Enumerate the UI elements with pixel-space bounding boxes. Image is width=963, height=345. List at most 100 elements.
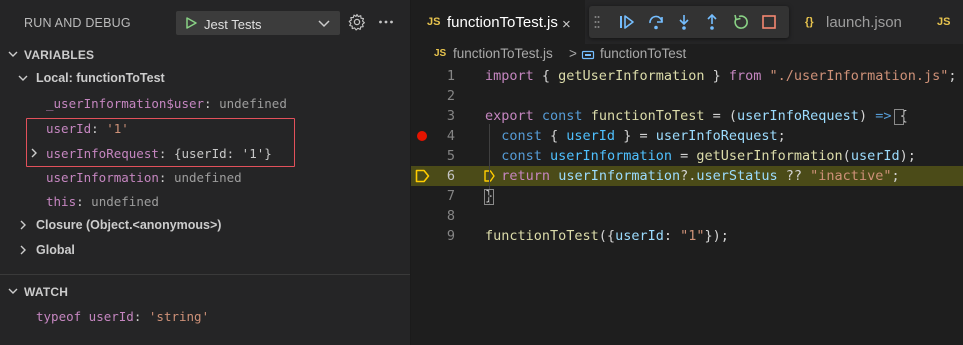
code-token: return [501, 168, 551, 184]
line-number: 6 [446, 168, 455, 184]
tab-functiontotest-js[interactable]: JS functionToTest.js × [411, 0, 585, 44]
code-line[interactable]: 4 const { userId } = userInfoRequest; [411, 126, 963, 146]
variables-section-label: VARIABLES [24, 48, 95, 62]
chevron-down-icon [8, 288, 18, 294]
watch-section-label: WATCH [24, 285, 69, 299]
stop-icon[interactable] [760, 13, 778, 31]
code-line[interactable]: 1 import { getUserInformation } from "./… [411, 66, 963, 86]
code-line[interactable]: 5 const userInformation = getUserInforma… [411, 146, 963, 166]
line-number: 8 [446, 208, 455, 224]
variable-name: this [46, 194, 77, 209]
watch-entry: typeof userId: 'string' [36, 309, 209, 324]
debug-panel-title: RUN AND DEBUG [24, 16, 131, 30]
code-token: = [671, 148, 697, 164]
breadcrumb-separator: > [569, 46, 577, 61]
code-token: userInformation [558, 168, 681, 184]
code-token: } [704, 68, 729, 84]
ellipsis-icon[interactable] [377, 13, 395, 31]
scope-global[interactable]: Global [0, 239, 410, 261]
code-token: userInfoRequest [737, 108, 859, 124]
variable-row[interactable]: _userInformation$user: undefined [0, 92, 410, 114]
watch-value: 'string' [148, 309, 210, 324]
tab-launch-json[interactable]: {} launch.json [795, 0, 921, 44]
continue-icon[interactable] [618, 13, 636, 31]
chevron-right-icon [20, 245, 26, 255]
tab-label: functionToTest.js [447, 14, 558, 31]
code-token: => [875, 108, 892, 124]
line-number: 1 [446, 68, 455, 84]
code-line[interactable]: 2 [411, 86, 963, 106]
instruction-pointer-icon [415, 169, 430, 183]
code-token: const [501, 148, 542, 164]
line-number: 3 [446, 108, 455, 124]
variable-row[interactable]: userInformation: undefined [0, 166, 410, 188]
scope-closure-label: Closure (Object.<anonymous>) [36, 218, 222, 232]
launch-config-label: Jest Tests [204, 17, 262, 32]
code-text: functionToTest({userId: "1"}); [485, 228, 729, 244]
watch-row[interactable]: typeof userId: 'string' [0, 305, 410, 327]
drag-handle-icon[interactable] [594, 15, 600, 29]
launch-config-select[interactable]: Jest Tests [176, 11, 340, 35]
code-token: } = [615, 128, 656, 144]
code-token: }); [704, 228, 729, 244]
variable-name: userInformation [46, 170, 159, 185]
code-token: functionToTest [485, 228, 599, 244]
chevron-down-icon [318, 20, 330, 28]
code-token: userInformation [550, 148, 672, 164]
code-token: ; [777, 128, 786, 144]
code-token: "inactive" [810, 168, 892, 184]
line-number: 9 [446, 228, 455, 244]
scope-global-label: Global [36, 243, 75, 257]
breadcrumb-file[interactable]: functionToTest.js [453, 46, 553, 61]
chevron-down-icon [8, 51, 18, 57]
code-text: const userInformation = getUserInformati… [485, 148, 916, 164]
scope-local[interactable]: Local: functionToTest [0, 67, 410, 89]
watch-separator: : [133, 309, 149, 324]
play-icon[interactable] [184, 16, 198, 30]
code-token: ?. [680, 168, 697, 184]
code-line[interactable]: 3 export const functionToTest = (userInf… [411, 106, 963, 126]
code-token: const [501, 128, 542, 144]
breadcrumb-symbol[interactable]: functionToTest [600, 46, 686, 61]
chevron-right-icon [20, 220, 26, 230]
step-over-icon[interactable] [647, 13, 665, 31]
code-token: export [485, 108, 534, 124]
tab-overflow[interactable]: JS [921, 0, 963, 44]
code-token: ?? [777, 168, 811, 184]
json-file-icon: {} [805, 16, 814, 28]
scope-closure[interactable]: Closure (Object.<anonymous>) [0, 214, 410, 236]
current-line[interactable]: 6 return userInformation?.userStatus ?? … [411, 166, 963, 186]
line-number: 2 [446, 88, 455, 104]
chevron-down-icon [18, 75, 28, 81]
watch-section-header[interactable]: WATCH [0, 281, 410, 303]
close-icon[interactable]: × [562, 16, 571, 33]
code-token: getUserInformation [696, 148, 843, 164]
code-text: const { userId } = userInfoRequest; [485, 128, 786, 144]
js-file-icon: JS [937, 16, 951, 28]
restart-icon[interactable] [732, 13, 750, 31]
breakpoint-icon[interactable] [417, 131, 427, 141]
step-into-icon[interactable] [675, 13, 693, 31]
code-line[interactable]: 9 functionToTest({userId: "1"}); [411, 226, 963, 246]
code-token: "1" [680, 228, 705, 244]
code-token: ; [948, 68, 957, 84]
step-out-icon[interactable] [703, 13, 721, 31]
code-token: = ( [704, 108, 738, 124]
variable-value: undefined [219, 96, 287, 111]
code-text: export const functionToTest = (userInfoR… [485, 108, 908, 124]
line-number: 5 [446, 148, 455, 164]
code-token: : [663, 228, 681, 244]
debug-sidebar: RUN AND DEBUG Jest Tests VARIABLES Local… [0, 0, 410, 345]
annotation-highlight-box [26, 118, 295, 167]
variables-section-header[interactable]: VARIABLES [0, 44, 410, 66]
code-text: return userInformation?.userStatus ?? "i… [485, 168, 899, 184]
gear-icon[interactable] [348, 13, 366, 31]
variable-row[interactable]: this: undefined [0, 190, 410, 212]
code-line[interactable]: 8 [411, 206, 963, 226]
code-token: const [541, 108, 583, 124]
